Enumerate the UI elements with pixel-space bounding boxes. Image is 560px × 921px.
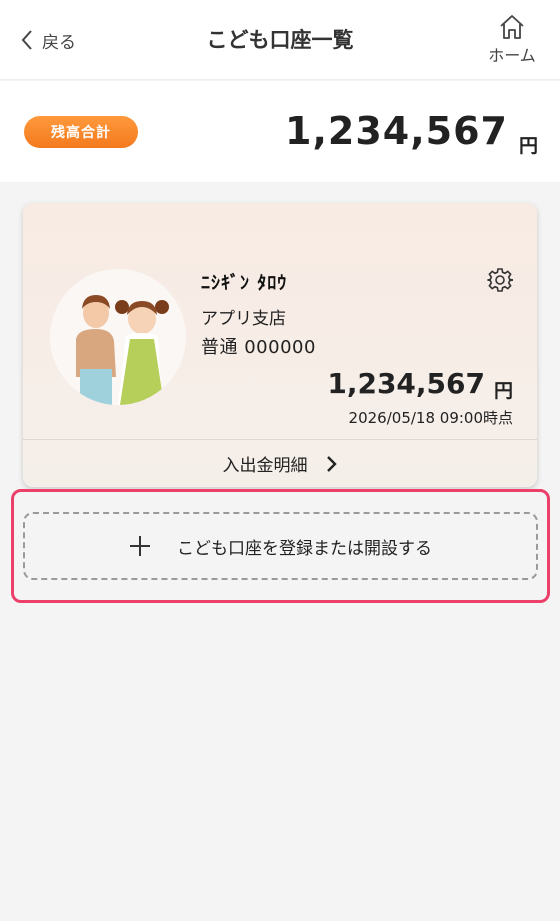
children-illustration	[76, 295, 169, 405]
account-balance: 1,234,567	[327, 367, 485, 400]
branch-name: アプリ支店	[201, 309, 286, 329]
chevron-right-icon	[326, 455, 337, 472]
transaction-history-label: 入出金明細	[222, 456, 308, 476]
balance-badge: 残高合計	[24, 116, 138, 148]
chevron-left-icon	[21, 30, 32, 50]
balance-timestamp: 2026/05/18 09:00時点	[348, 409, 513, 427]
transaction-history-link[interactable]: 入出金明細	[23, 440, 537, 487]
account-number: 普通 000000	[201, 337, 316, 358]
total-balance-unit: 円	[518, 135, 538, 157]
account-holder-name: ﾆｼｷﾞﾝ ﾀﾛｳ	[201, 273, 288, 294]
app-header: 戻る こども口座一覧 ホーム	[0, 0, 560, 80]
home-label: ホーム	[488, 46, 536, 65]
home-button[interactable]: ホーム	[484, 14, 540, 68]
total-balance-section: 残高合計 1,234,567 円	[0, 81, 560, 182]
register-account-box: こども口座を登録または開設する	[23, 512, 538, 580]
register-account-button[interactable]: こども口座を登録または開設する	[11, 489, 550, 603]
plus-icon	[130, 536, 150, 556]
account-card: ﾆｼｷﾞﾝ ﾀﾛｳ アプリ支店 普通 000000 1,234,567 円 20…	[23, 203, 537, 487]
total-balance-amount: 1,234,567	[285, 109, 508, 153]
back-button[interactable]: 戻る	[20, 26, 76, 54]
gear-icon[interactable]	[487, 267, 513, 293]
back-label: 戻る	[42, 32, 76, 53]
account-balance-unit: 円	[493, 380, 513, 402]
home-icon	[500, 15, 524, 39]
children-avatar	[50, 269, 186, 405]
register-account-label: こども口座を登録または開設する	[177, 538, 432, 559]
page-title: こども口座一覧	[206, 28, 354, 52]
